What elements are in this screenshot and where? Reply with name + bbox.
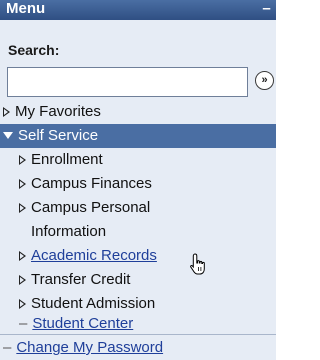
triangle-right-outline-icon [19,251,26,261]
triangle-right-outline-icon [19,275,26,285]
triangle-down-icon [3,132,13,139]
nav-item-campus-finances[interactable]: Campus Finances [19,172,152,196]
search-input[interactable] [7,67,248,97]
menu-title: Menu [6,0,46,17]
nav-item-label: Student Admission [31,295,156,312]
nav-item-label: My Favorites [15,103,101,120]
nav-item-label: Self Service [18,127,99,144]
nav-item-campus-personal-information[interactable]: Campus Personal [19,196,150,220]
student-center-link[interactable]: Student Center [32,315,133,332]
triangle-right-outline-icon [19,155,26,165]
double-chevron-right-icon: » [261,74,268,86]
nav-item-label: Campus Finances [31,175,152,192]
dash-icon: – [3,339,12,356]
collapse-menu-button[interactable]: – [260,1,273,16]
triangle-right-outline-icon [19,179,26,189]
search-label: Search: [8,42,60,58]
divider [0,334,276,335]
nav-item-my-favorites[interactable]: My Favorites [3,100,101,124]
nav-item-student-center[interactable]: – Student Center [19,312,133,336]
hand-pointer-icon [190,253,205,275]
change-my-password-link[interactable]: Change My Password [16,339,163,356]
triangle-right-outline-icon [19,203,26,213]
nav-item-change-my-password[interactable]: – Change My Password [3,336,163,360]
nav-item-campus-personal-information-line2[interactable]: Information [31,220,106,244]
nav-item-label: Campus Personal [31,199,151,216]
nav-item-transfer-credit[interactable]: Transfer Credit [19,268,130,292]
triangle-right-outline-icon [19,299,26,309]
nav-item-self-service[interactable]: Self Service [0,124,276,148]
dash-icon: – [19,315,28,332]
nav-item-academic-records[interactable]: Academic Records [19,244,157,268]
triangle-right-outline-icon [3,107,10,117]
nav-item-enrollment[interactable]: Enrollment [19,148,103,172]
search-go-button[interactable]: » [255,71,274,90]
menu-header: Menu – [0,0,276,20]
nav-item-label: Enrollment [31,151,103,168]
academic-records-link[interactable]: Academic Records [31,247,157,264]
nav-item-label: Information [31,223,107,240]
nav-item-label: Transfer Credit [31,271,131,288]
